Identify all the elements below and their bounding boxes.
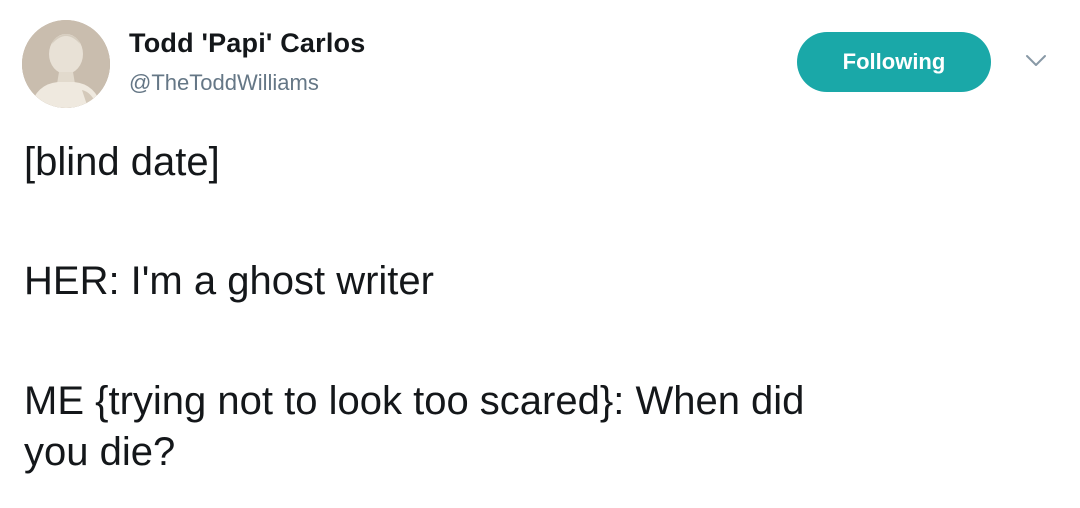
tweet-text-line: ME {trying not to look too scared}: When… [24, 379, 805, 423]
display-name[interactable]: Todd 'Papi' Carlos [129, 28, 365, 59]
following-button[interactable]: Following [797, 32, 991, 92]
tweet-text-line: [blind date] [24, 140, 220, 184]
tweet-text-line: you die? [24, 430, 176, 474]
chevron-down-icon[interactable] [1024, 53, 1048, 69]
tweet-text-line: HER: I'm a ghost writer [24, 259, 434, 303]
tweet-card: Todd 'Papi' Carlos @TheToddWilliams Foll… [0, 0, 1080, 508]
user-handle[interactable]: @TheToddWilliams [129, 70, 319, 96]
avatar[interactable] [22, 20, 110, 108]
statue-bust-avatar-icon [22, 20, 110, 108]
